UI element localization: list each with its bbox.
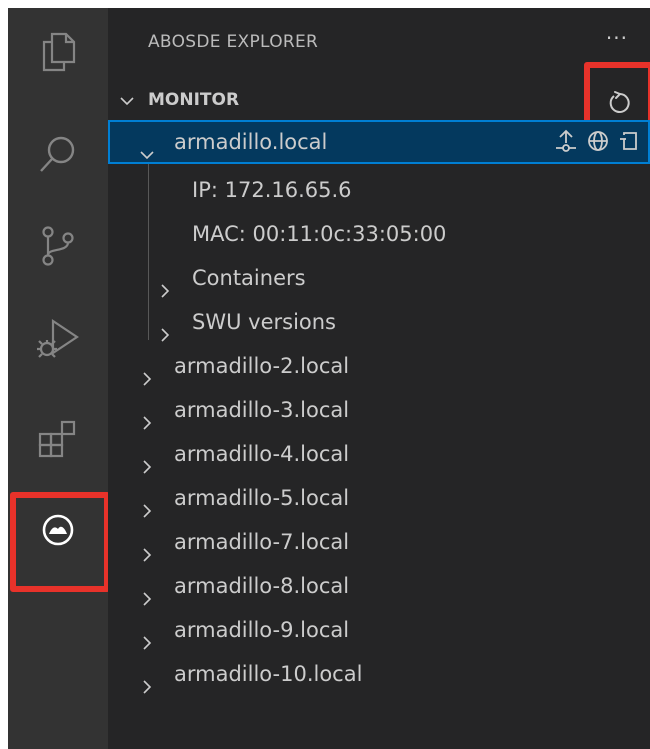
device-row[interactable]: armadillo-3.local (108, 388, 650, 432)
explorer-icon[interactable] (32, 26, 84, 78)
globe-icon[interactable] (586, 129, 610, 153)
extensions-icon[interactable] (32, 412, 84, 464)
abosde-highlight-box (10, 492, 110, 592)
search-icon[interactable] (32, 128, 84, 180)
device-label: armadillo-10.local (174, 662, 363, 686)
containers-label: Containers (192, 266, 306, 290)
ip-text: IP: 172.16.65.6 (192, 178, 352, 202)
device-row[interactable]: armadillo-5.local (108, 476, 650, 520)
device-row[interactable]: armadillo-2.local (108, 344, 650, 388)
device-row[interactable]: armadillo-4.local (108, 432, 650, 476)
chevron-right-icon (140, 667, 154, 711)
device-row-selected[interactable]: armadillo.local (108, 120, 650, 164)
swu-versions-label: SWU versions (192, 310, 336, 334)
source-control-icon[interactable] (32, 220, 84, 272)
monitor-section-header[interactable]: MONITOR (108, 86, 650, 116)
containers-row[interactable]: Containers (108, 256, 650, 300)
device-row[interactable]: armadillo-8.local (108, 564, 650, 608)
more-actions-icon[interactable]: ··· (606, 26, 628, 50)
device-label: armadillo-7.local (174, 530, 350, 554)
device-label: armadillo-4.local (174, 442, 350, 466)
activity-bar (8, 8, 110, 749)
section-label: MONITOR (148, 90, 240, 110)
row-actions (554, 128, 640, 154)
device-label: armadillo.local (174, 130, 328, 154)
device-row[interactable]: armadillo-7.local (108, 520, 650, 564)
device-ip: IP: 172.16.65.6 (108, 168, 650, 212)
device-mac: MAC: 00:11:0c:33:05:00 (108, 212, 650, 256)
upload-icon[interactable] (554, 128, 578, 154)
device-row[interactable]: armadillo-10.local (108, 652, 650, 696)
view-title: ABOSDE EXPLORER (148, 32, 319, 52)
device-label: armadillo-3.local (174, 398, 350, 422)
chevron-down-icon (118, 92, 136, 114)
run-debug-icon[interactable] (32, 312, 84, 364)
device-label: armadillo-2.local (174, 354, 350, 378)
device-label: armadillo-5.local (174, 486, 350, 510)
explorer-sidebar: ABOSDE EXPLORER ··· MONITOR armadillo.lo… (108, 8, 650, 749)
device-label: armadillo-9.local (174, 618, 350, 642)
copy-icon[interactable] (618, 129, 640, 153)
mac-text: MAC: 00:11:0c:33:05:00 (192, 222, 447, 246)
device-row[interactable]: armadillo-9.local (108, 608, 650, 652)
device-label: armadillo-8.local (174, 574, 350, 598)
swu-versions-row[interactable]: SWU versions (108, 300, 650, 344)
